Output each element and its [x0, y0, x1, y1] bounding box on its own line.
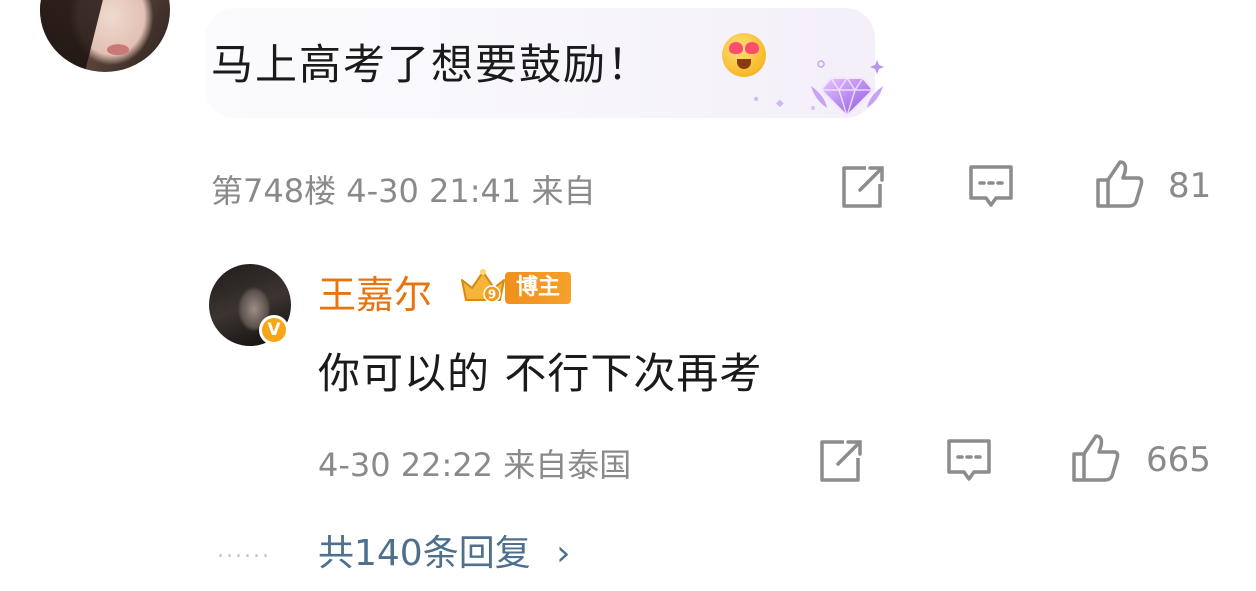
like-count: 81 — [1168, 166, 1212, 206]
view-replies-label[interactable]: 共140条回复 — [318, 533, 531, 574]
blogger-badge: 博主 — [505, 272, 571, 304]
verified-badge-icon: V — [259, 315, 289, 345]
reply-author-name[interactable]: 王嘉尔 — [318, 264, 432, 319]
commenter-avatar[interactable] — [40, 0, 170, 72]
comment-icon[interactable] — [968, 164, 1014, 210]
dots-separator: ...... — [217, 538, 271, 563]
level-number: 9 — [488, 288, 496, 302]
like-count: 665 — [1146, 440, 1211, 480]
chevron-right-icon[interactable]: › — [556, 533, 570, 574]
heart-eyes-emoji-icon — [722, 33, 766, 77]
sparkle-icon: ◆ — [776, 98, 784, 109]
thumbs-up-icon[interactable] — [1070, 432, 1122, 484]
reply-text: 你可以的 不行下次再考 — [318, 349, 763, 398]
comment-icon[interactable] — [946, 438, 992, 484]
view-replies-link[interactable]: 共140条回复 › — [318, 524, 571, 576]
comment-meta: 第748楼 4-30 21:41 来自 — [211, 172, 596, 210]
thumbs-up-icon[interactable] — [1094, 158, 1146, 210]
purple-gem-badge-icon — [811, 60, 884, 119]
sparkle-icon: • — [752, 92, 761, 108]
share-icon[interactable] — [840, 164, 886, 210]
reply-meta: 4-30 22:22 来自泰国 — [318, 446, 632, 484]
share-icon[interactable] — [818, 438, 864, 484]
comment-text: 马上高考了想要鼓励！ — [211, 40, 652, 89]
crown-level-icon: 9 — [461, 269, 505, 303]
